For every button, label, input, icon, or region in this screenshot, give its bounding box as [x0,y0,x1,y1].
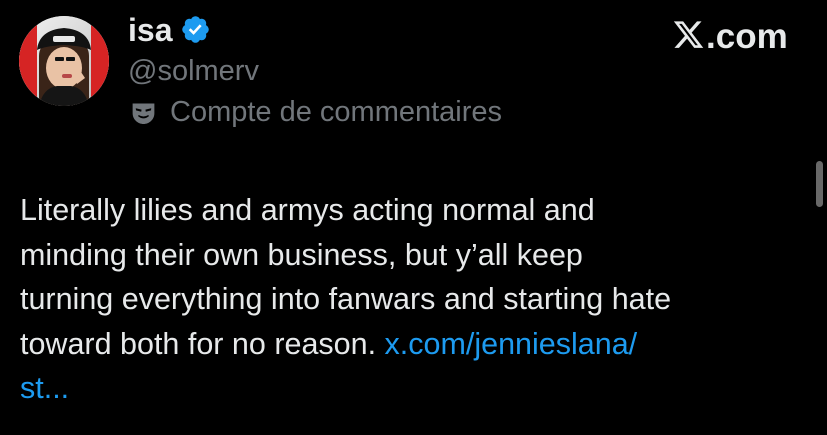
tweet-screen: { "tweet": { "author": { "name": "isa", … [0,0,827,435]
tweet-text-line: Literally lilies and armys acting normal… [20,193,595,227]
verified-check-icon [182,16,209,43]
source-domain-suffix: .com [706,16,788,56]
parody-mask-icon [132,102,155,124]
tweet-text-line: turning everything into fanwars and star… [20,282,672,317]
avatar[interactable] [19,16,109,106]
tweet-text: Literally lilies and armys acting normal… [20,188,810,411]
author-handle[interactable]: @solmerv [128,57,259,86]
source-logo: .com [672,17,788,55]
tweet-link[interactable]: x.com/jennieslana/ [385,327,638,361]
tweet-text-segment: toward both for no reason. [20,326,385,361]
profile-photo-icon [19,16,109,106]
account-type-label: Compte de commentaires [170,95,503,128]
tweet-link-continuation[interactable]: st... [20,366,810,411]
tweet-text-line: minding their own business, but y’all ke… [20,237,583,272]
account-type-row: Compte de commentaires [129,95,502,129]
author-name[interactable]: isa [128,14,172,46]
scrollbar-thumb[interactable] [816,161,823,207]
tweet-text-line-with-link: toward both for no reason. x.com/jennies… [20,322,810,367]
x-logo-icon [673,21,704,48]
